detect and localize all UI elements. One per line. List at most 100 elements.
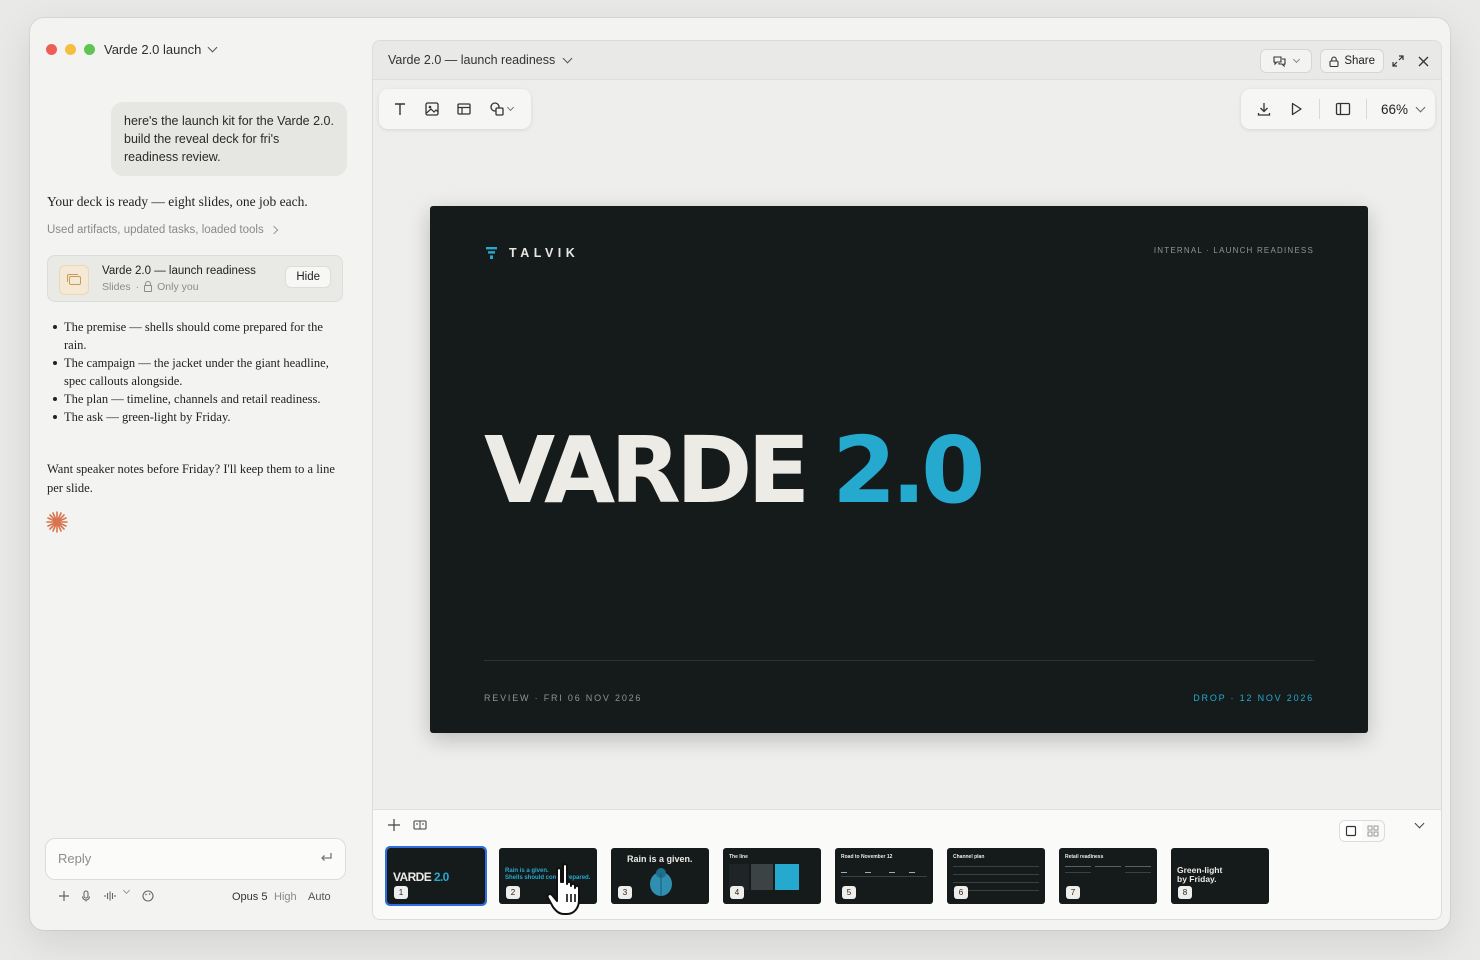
- summary-list: The premise — shells should come prepare…: [47, 318, 329, 426]
- view-toolbar: 66%: [1241, 89, 1435, 129]
- thumbnail-list: VARDE 2.0 1 Rain is a given. Shells shou…: [385, 846, 1269, 906]
- footer-rule: [484, 660, 1314, 661]
- slide-thumbnail-7[interactable]: Retail readiness 7: [1059, 848, 1157, 904]
- hide-artifact-button[interactable]: Hide: [285, 266, 331, 288]
- add-slide-icon[interactable]: [387, 818, 401, 832]
- comments-button[interactable]: [1260, 49, 1313, 73]
- microphone-icon[interactable]: [80, 890, 92, 902]
- download-icon: [1257, 103, 1271, 116]
- effort-selector[interactable]: High: [274, 891, 297, 903]
- thumb-card: [775, 864, 799, 890]
- slide-number: 5: [842, 886, 856, 899]
- thumb-rule: [953, 882, 1039, 883]
- meta-separator: ·: [135, 281, 140, 293]
- slide-number: 6: [954, 886, 968, 899]
- slide-thumbnail-6[interactable]: Channel plan 6: [947, 848, 1045, 904]
- close-window-button[interactable]: [46, 44, 57, 55]
- single-view-button[interactable]: [1340, 821, 1362, 841]
- expand-icon[interactable]: [1392, 55, 1404, 67]
- comments-icon: [1273, 56, 1286, 67]
- reply-input[interactable]: Reply: [45, 838, 346, 880]
- thumb-mark: [865, 872, 871, 873]
- insert-toolbar: [379, 89, 531, 129]
- share-button[interactable]: Share: [1320, 49, 1384, 73]
- spark-icon: [46, 511, 68, 533]
- artifact-title-menu[interactable]: Varde 2.0 — launch readiness: [388, 53, 573, 67]
- chevron-down-icon[interactable]: [122, 886, 131, 895]
- user-message: here's the launch kit for the Varde 2.0.…: [111, 102, 347, 176]
- slide-tag: INTERNAL · LAUNCH READINESS: [1153, 246, 1314, 255]
- slide-number: 4: [730, 886, 744, 899]
- chevron-down-icon: [1293, 55, 1301, 63]
- voice-waveform-icon[interactable]: [104, 890, 116, 902]
- slide-number: 1: [394, 886, 408, 899]
- insert-text-button[interactable]: [387, 96, 413, 122]
- conversation-title[interactable]: Varde 2.0 launch: [104, 42, 218, 57]
- thumb-line: by Friday.: [1177, 874, 1217, 884]
- talvik-logo-icon: [486, 247, 497, 259]
- grid-view-button[interactable]: [1362, 821, 1384, 841]
- slide-number: 2: [506, 886, 520, 899]
- table-icon: [457, 103, 471, 115]
- close-icon[interactable]: [1418, 56, 1429, 67]
- thumb-text: Green-light by Friday.: [1177, 866, 1222, 884]
- send-icon[interactable]: [319, 851, 333, 865]
- slide-canvas[interactable]: TALVIK INTERNAL · LAUNCH READINESS VARDE…: [430, 206, 1368, 733]
- jacket-image: [650, 868, 672, 896]
- thumb-rule: [1095, 866, 1121, 867]
- slide-thumbnail-3[interactable]: Rain is a given. 3: [611, 848, 709, 904]
- minimize-window-button[interactable]: [65, 44, 76, 55]
- present-button[interactable]: [1283, 96, 1309, 122]
- zoom-selector[interactable]: 66%: [1381, 102, 1426, 117]
- slide-headline: VARDE 2.0: [484, 411, 985, 531]
- thumb-title: Road to November 12: [841, 854, 893, 860]
- thumb-title: Retail readiness: [1065, 854, 1104, 860]
- artifact-type: Slides: [102, 281, 131, 293]
- palette-icon[interactable]: [142, 890, 154, 902]
- brand-name: TALVIK: [509, 246, 580, 260]
- plus-icon[interactable]: [58, 890, 70, 902]
- window-controls: [46, 44, 95, 55]
- collapse-filmstrip-icon[interactable]: [1414, 818, 1425, 829]
- thumb-rule: [841, 876, 927, 877]
- thumb-rule: [953, 866, 1039, 867]
- insert-table-button[interactable]: [451, 96, 477, 122]
- mode-selector[interactable]: Auto: [308, 891, 331, 903]
- slide-filmstrip: VARDE 2.0 1 Rain is a given. Shells shou…: [373, 809, 1441, 919]
- chevron-right-icon: [269, 225, 278, 235]
- used-tools-label: Used artifacts, updated tasks, loaded to…: [47, 224, 264, 236]
- header-actions: Share: [1260, 49, 1429, 73]
- used-tools-toggle[interactable]: Used artifacts, updated tasks, loaded to…: [47, 224, 278, 236]
- artifact-card[interactable]: Varde 2.0 — launch readiness Slides · On…: [47, 255, 343, 302]
- slide-number: 8: [1178, 886, 1192, 899]
- layout-icon[interactable]: [413, 818, 427, 832]
- zoom-window-button[interactable]: [84, 44, 95, 55]
- app-window: Varde 2.0 launch here's the launch kit f…: [30, 18, 1450, 930]
- thumb-rule: [1065, 866, 1091, 867]
- slide-number: 7: [1066, 886, 1080, 899]
- slides-icon: [59, 265, 89, 295]
- toggle-sidebar-button[interactable]: [1330, 96, 1356, 122]
- chevron-down-icon: [1415, 102, 1426, 112]
- artifact-header-title: Varde 2.0 — launch readiness: [388, 53, 556, 67]
- download-button[interactable]: [1251, 96, 1277, 122]
- chevron-down-icon: [207, 42, 218, 53]
- slide-thumbnail-1[interactable]: VARDE 2.0 1: [385, 846, 487, 906]
- toolbar-divider: [1319, 99, 1320, 119]
- slide-thumbnail-5[interactable]: Road to November 12 5: [835, 848, 933, 904]
- review-date: REVIEW · FRI 06 NOV 2026: [484, 693, 643, 703]
- artifact-meta: Slides · Only you: [102, 280, 199, 293]
- thumb-rule: [1065, 872, 1091, 873]
- image-icon: [425, 102, 439, 116]
- grid-icon: [1367, 825, 1379, 837]
- headline-version: 2.0: [832, 417, 985, 524]
- thumb-line: Shells should come prepared.: [505, 874, 591, 881]
- insert-shape-button[interactable]: [483, 96, 519, 122]
- model-selector[interactable]: Opus 5: [232, 891, 267, 903]
- slide-thumbnail-8[interactable]: Green-light by Friday. 8: [1171, 848, 1269, 904]
- thumb-mark: [909, 872, 915, 873]
- slide-thumbnail-2[interactable]: Rain is a given. Shells should come prep…: [499, 848, 597, 904]
- list-item: The premise — shells should come prepare…: [47, 318, 329, 354]
- insert-image-button[interactable]: [419, 96, 445, 122]
- slide-thumbnail-4[interactable]: The line 4: [723, 848, 821, 904]
